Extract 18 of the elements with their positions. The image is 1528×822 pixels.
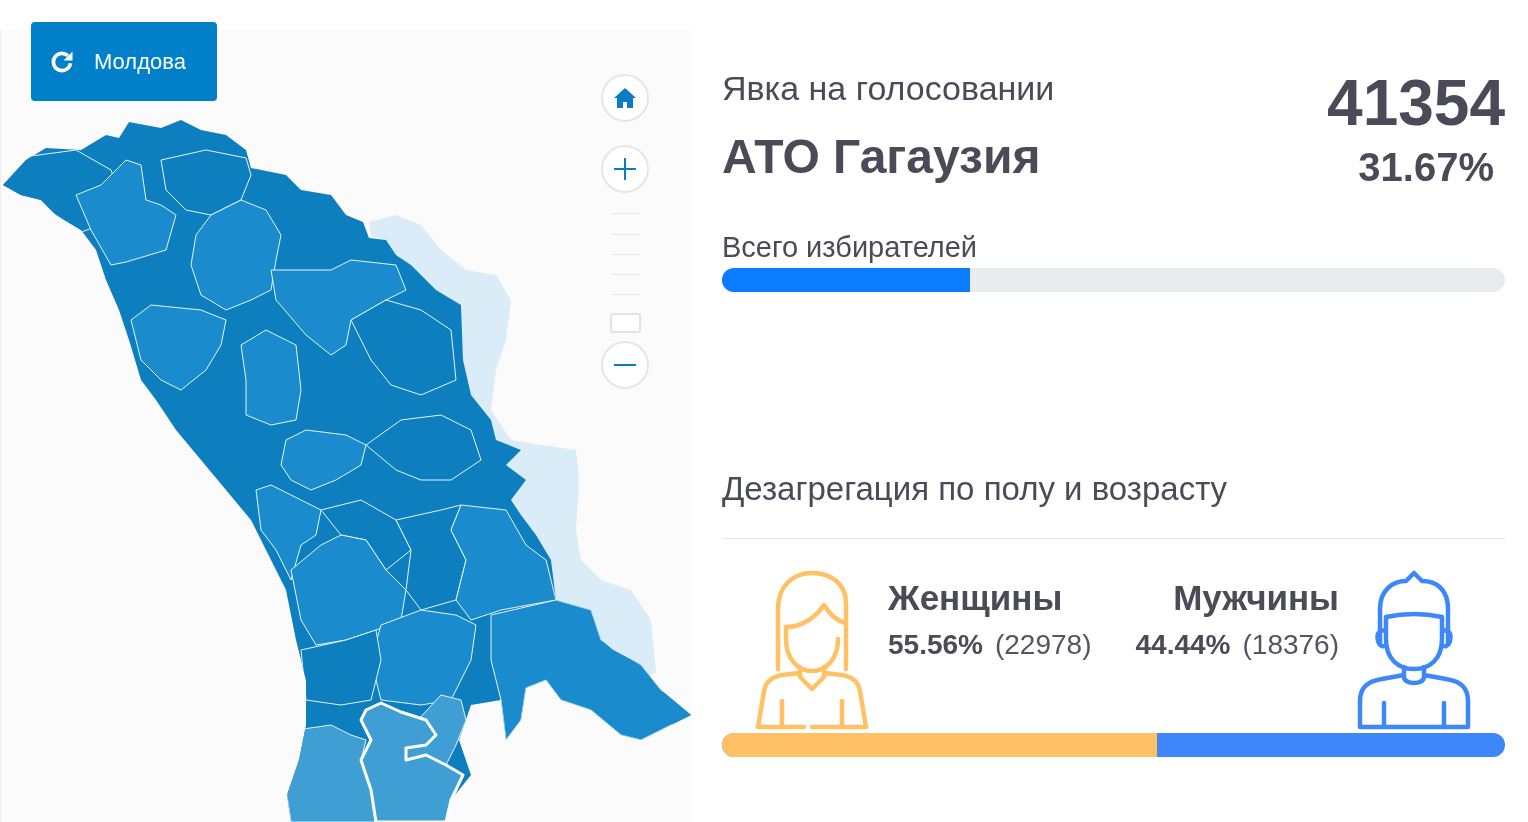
turnout-count: 41354 (1327, 71, 1505, 135)
gender-label: Мужчины (1173, 580, 1339, 615)
home-icon (614, 88, 636, 108)
gender-label: Женщины (888, 580, 1063, 615)
region-name: АТО Гагаузия (722, 133, 1042, 181)
reset-map-button[interactable]: Молдова (31, 22, 217, 101)
gender-count: (18376) (1242, 631, 1339, 659)
section-title: Дезагрегация по полу и возрасту (722, 472, 1228, 505)
gender-percent: 44.44% (1135, 631, 1231, 659)
turnout-heading: Явка на голосовании (722, 71, 1055, 105)
minus-icon (614, 364, 636, 366)
refresh-icon (50, 49, 74, 74)
plus-icon (614, 158, 636, 180)
turnout-percent: 31.67% (1358, 147, 1494, 187)
gender-percent: 55.56% (888, 631, 983, 659)
voters-label: Всего избирателей (722, 233, 978, 262)
gender-count: (22978) (994, 631, 1092, 659)
slider-handle[interactable] (610, 313, 641, 333)
